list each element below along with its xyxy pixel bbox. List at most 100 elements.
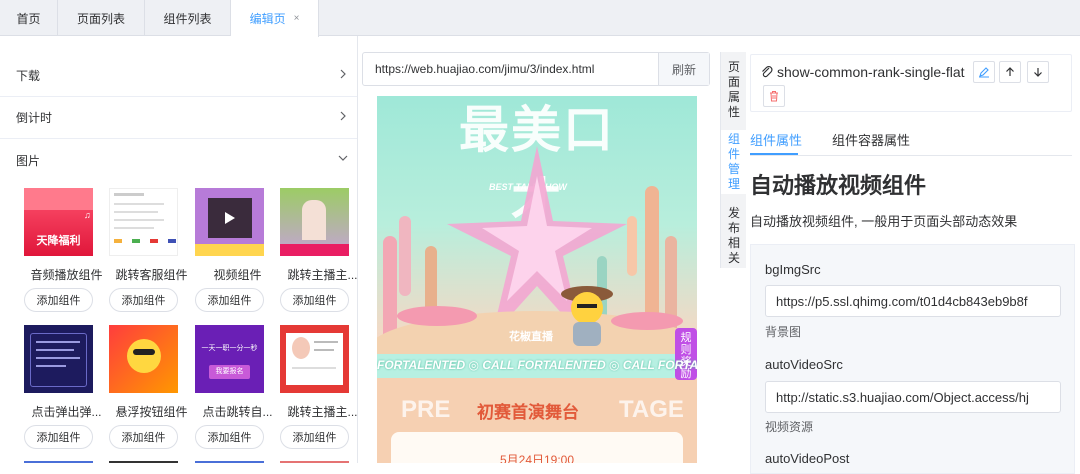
preview-date: 5月24日19:00: [499, 453, 575, 463]
component-card-click-jump: 一天一职一分一秒 我要报名 点击跳转自... 添加组件: [195, 325, 280, 449]
preview-url-input[interactable]: https://web.huajiao.com/jimu/3/index.htm…: [363, 53, 658, 85]
component-label: 跳转主播主...: [287, 405, 358, 419]
component-card-float-button: 悬浮按钮组件 添加组件: [109, 325, 194, 449]
trash-icon: [770, 91, 778, 102]
delete-button[interactable]: [763, 85, 785, 107]
preview-side-tag[interactable]: 规则奖励: [679, 332, 693, 380]
paperclip-icon: [762, 65, 773, 78]
add-component-button[interactable]: 添加组件: [280, 425, 349, 449]
thumbnail-caption: 一天一职一分一秒: [201, 345, 258, 352]
component-card-service: 跳转客服组件 添加组件: [109, 188, 194, 312]
vertical-tab-bar: 页面属性 组件管理 发布相关: [720, 52, 747, 268]
active-tab-indicator: [750, 153, 798, 155]
vtab-label: 页面属性: [727, 60, 740, 119]
accordion-countdown[interactable]: 倒计时: [0, 97, 357, 139]
component-library-panel: 下载 倒计时 图片 天降福利 ♫ 音频播放组件 添加组件 跳转客服组件 添加组件…: [0, 36, 358, 463]
page-preview[interactable]: 最美口才 BEST TALKSHOW 花椒直播 FORTALENTED ◎ CA…: [377, 96, 697, 463]
thumbnail-caption: 天降福利: [36, 235, 81, 247]
accordion-label: 图片: [16, 153, 41, 168]
field-hint: 背景图: [765, 325, 802, 339]
bgimgsrc-input[interactable]: https://p5.ssl.qhimg.com/t01d4cb843eb9b8…: [765, 285, 1061, 317]
accordion-image[interactable]: 图片: [0, 139, 357, 181]
component-label: 悬浮按钮组件: [115, 405, 188, 419]
component-card-video: 视频组件 添加组件: [195, 188, 280, 312]
vtab-publish[interactable]: 发布相关: [721, 204, 747, 265]
tab-container-props[interactable]: 组件容器属性: [832, 130, 910, 149]
add-component-button[interactable]: 添加组件: [24, 425, 93, 449]
component-thumbnail: [280, 188, 349, 256]
top-tab-bar: 首页 页面列表 组件列表 编辑页 ×: [0, 0, 1080, 37]
add-component-button[interactable]: 添加组件: [109, 288, 178, 312]
preview-stage-title: 初赛首演舞台: [477, 403, 579, 422]
component-label: 点击弹出弹...: [31, 405, 102, 419]
autovideosrc-input[interactable]: http://static.s3.huajiao.com/Object.acce…: [765, 381, 1061, 413]
property-tabs: 组件属性 组件容器属性: [750, 124, 1072, 156]
component-label: 跳转客服组件: [115, 268, 188, 282]
thumbnail-sub: 我要报名: [209, 365, 250, 379]
component-header-card: show-common-rank-single-flat: [750, 54, 1072, 112]
component-card-popup: 点击弹出弹... 添加组件: [24, 325, 109, 449]
pencil-icon: [979, 67, 989, 78]
component-thumbnail: [109, 188, 178, 256]
accordion-download[interactable]: 下载: [0, 55, 357, 97]
component-label: 视频组件: [213, 268, 262, 282]
preview-stage-left: PRE: [401, 396, 451, 423]
component-thumbnail: 天降福利 ♫: [24, 188, 93, 256]
tab-label: 组件列表: [163, 11, 212, 26]
preview-url-bar: https://web.huajiao.com/jimu/3/index.htm…: [362, 52, 710, 86]
accordion-label: 下载: [16, 69, 41, 83]
accordion-label: 倒计时: [16, 111, 53, 125]
chevron-right-icon: [340, 111, 346, 121]
field-hint: 视频资源: [765, 420, 814, 434]
add-component-button[interactable]: 添加组件: [280, 288, 349, 312]
preview-brand: 花椒直播: [509, 331, 553, 343]
component-thumbnail: [24, 325, 93, 393]
tab-edit-page[interactable]: 编辑页 ×: [231, 0, 319, 37]
tab-label: 首页: [16, 11, 41, 26]
component-thumbnail: [109, 325, 178, 393]
edit-button[interactable]: [973, 61, 995, 83]
component-thumbnail: 一天一职一分一秒 我要报名: [195, 325, 264, 393]
add-component-button[interactable]: 添加组件: [24, 288, 93, 312]
arrow-up-icon: [1006, 67, 1014, 76]
preview-marquee: FORTALENTED ◎ CALL FORTALENTED ◎ CALL FO…: [377, 358, 697, 372]
vtab-label: 发布相关: [727, 206, 740, 265]
component-label: 点击跳转自...: [202, 405, 273, 419]
add-component-button[interactable]: 添加组件: [109, 425, 178, 449]
component-title: 自动播放视频组件: [750, 173, 927, 198]
component-label: 音频播放组件: [30, 268, 103, 282]
component-card-anchor-jump: 跳转主播主... 添加组件: [280, 188, 357, 312]
refresh-button[interactable]: 刷新: [658, 53, 709, 85]
component-thumbnail: [195, 188, 264, 256]
component-card-anchor-jump-2: 跳转主播主... 添加组件: [280, 325, 357, 449]
vtab-label: 组件管理: [727, 132, 740, 191]
property-form: bgImgSrc https://p5.ssl.qhimg.com/t01d4c…: [750, 244, 1075, 474]
chevron-right-icon: [340, 69, 346, 79]
tab-page-list[interactable]: 页面列表: [58, 0, 145, 36]
field-label-autovideopost: autoVideoPost: [765, 451, 850, 466]
play-icon: [225, 212, 235, 224]
component-description: 自动播放视频组件, 一般用于页面头部动态效果: [750, 214, 1018, 229]
tab-component-props[interactable]: 组件属性: [750, 130, 802, 149]
component-name: show-common-rank-single-flat: [777, 64, 965, 80]
field-label-autovideosrc: autoVideoSrc: [765, 357, 843, 372]
add-component-button[interactable]: 添加组件: [195, 288, 264, 312]
chevron-down-icon: [338, 155, 348, 161]
arrow-down-icon: [1034, 68, 1042, 77]
tab-component-list[interactable]: 组件列表: [145, 0, 231, 36]
vtab-page-props[interactable]: 页面属性: [721, 60, 747, 120]
move-up-button[interactable]: [999, 61, 1021, 83]
music-note-icon: ♫: [84, 210, 91, 220]
vtab-component-manage[interactable]: 组件管理: [721, 130, 747, 194]
move-down-button[interactable]: [1027, 61, 1049, 83]
component-label: 跳转主播主...: [287, 268, 358, 282]
preview-stage-right: TAGE: [619, 396, 684, 423]
tab-label: 编辑页: [249, 12, 286, 26]
component-card-audio: 天降福利 ♫ 音频播放组件 添加组件: [24, 188, 109, 312]
add-component-button[interactable]: 添加组件: [195, 425, 264, 449]
close-icon[interactable]: ×: [294, 13, 300, 24]
tab-home[interactable]: 首页: [0, 0, 58, 36]
component-thumbnail: [280, 325, 349, 393]
field-label-bgimgsrc: bgImgSrc: [765, 262, 821, 277]
tab-label: 页面列表: [76, 11, 125, 26]
